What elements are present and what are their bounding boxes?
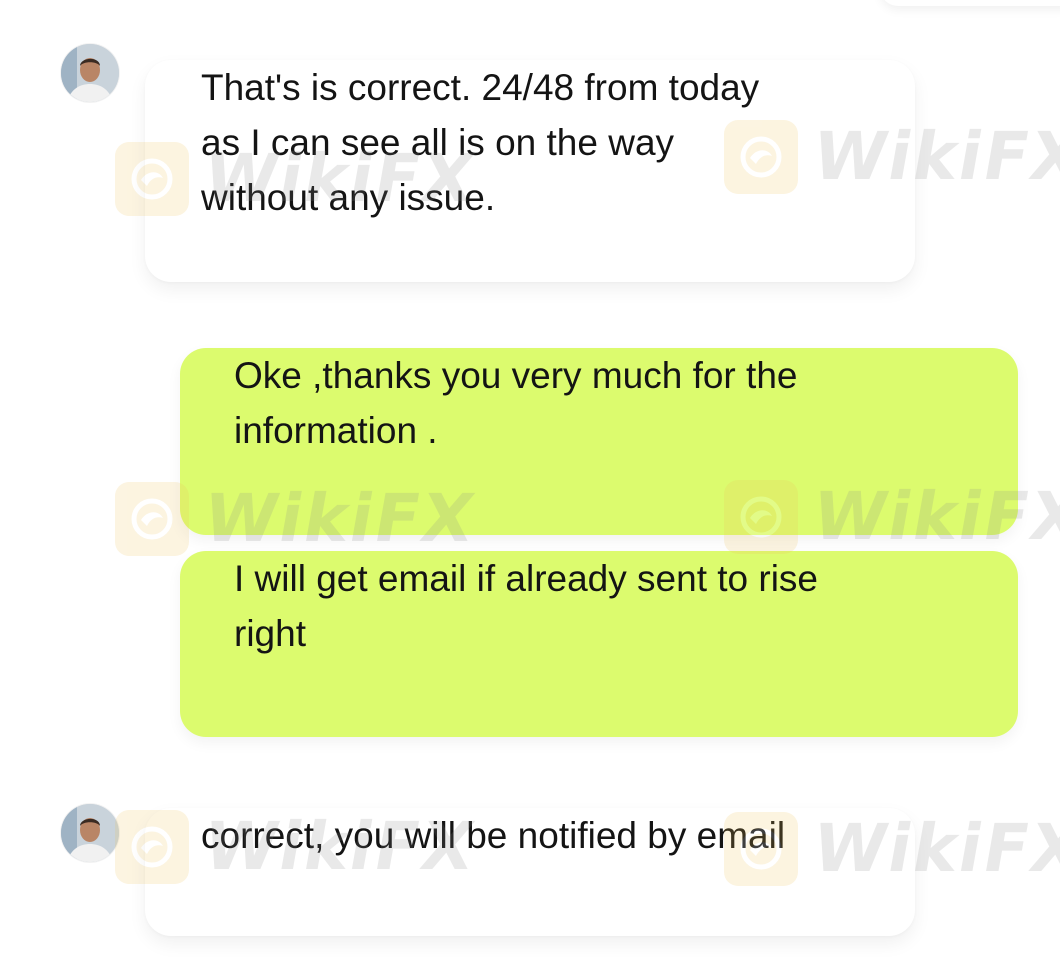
previous-message-edge (880, 0, 1060, 6)
wikifx-logo-icon (115, 481, 189, 556)
message-bubble-incoming: That's is correct. 24/48 from today as I… (145, 60, 915, 282)
chat-thread: That's is correct. 24/48 from today as I… (0, 0, 1060, 972)
message-bubble-incoming: correct, you will be notified by email (145, 808, 915, 936)
agent-avatar[interactable] (61, 804, 119, 862)
person-photo-icon (61, 44, 119, 102)
agent-avatar[interactable] (61, 44, 119, 102)
message-bubble-outgoing: I will get email if already sent to rise… (180, 551, 1018, 737)
person-photo-icon (61, 804, 119, 862)
message-bubble-outgoing: Oke ,thanks you very much for the inform… (180, 348, 1018, 535)
